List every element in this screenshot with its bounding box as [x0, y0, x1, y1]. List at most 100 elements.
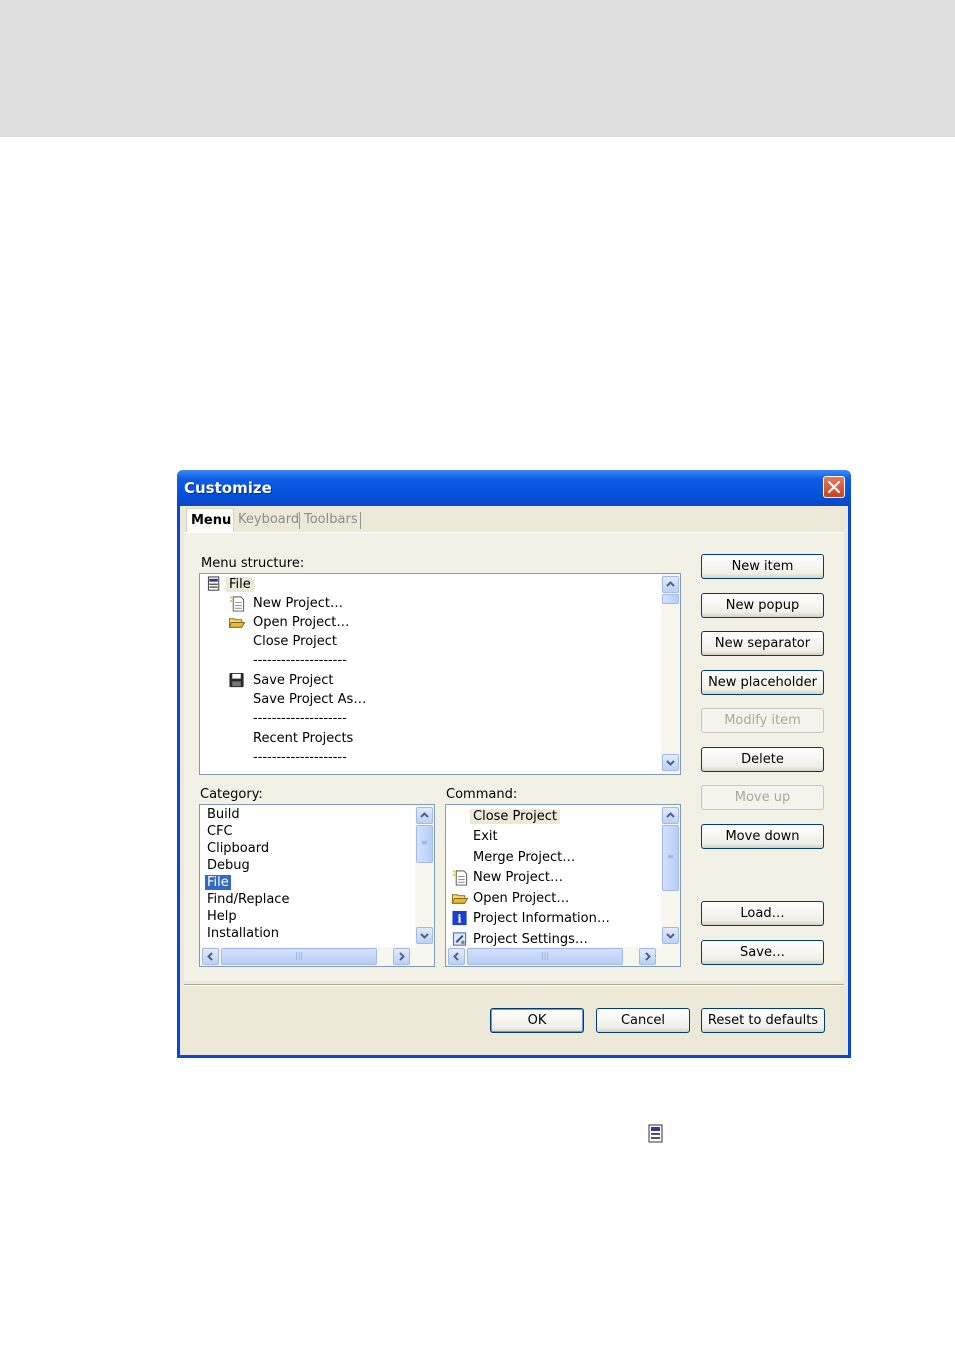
scroll-up-button[interactable]	[416, 807, 433, 824]
scroll-right-button[interactable]	[639, 948, 656, 965]
chevron-down-icon	[666, 933, 675, 939]
dialog-title: Customize	[184, 479, 272, 497]
chevron-up-icon	[666, 581, 675, 587]
settings-icon	[452, 932, 467, 946]
tree-item-file[interactable]: File	[206, 575, 254, 594]
page-header-band	[0, 0, 955, 137]
list-item[interactable]: Help	[207, 908, 237, 925]
scroll-left-button[interactable]	[448, 948, 465, 965]
move-up-button[interactable]: Move up	[701, 785, 824, 810]
new-document-icon	[452, 869, 468, 886]
scroll-right-button[interactable]	[393, 948, 410, 965]
list-item[interactable]: New Project…	[451, 868, 563, 887]
reset-to-defaults-button[interactable]: Reset to defaults	[701, 1008, 825, 1033]
close-icon	[828, 481, 840, 493]
delete-button[interactable]: Delete	[701, 747, 824, 772]
move-down-button[interactable]: Move down	[701, 824, 824, 849]
cancel-button[interactable]: Cancel	[596, 1008, 690, 1033]
scroll-thumb[interactable]: |||	[221, 948, 377, 965]
thumb-grip: |||	[541, 951, 550, 960]
scroll-down-button[interactable]	[662, 927, 679, 944]
tree-item[interactable]: New Project…	[228, 594, 343, 613]
chevron-down-icon	[666, 760, 675, 766]
list-item-selected[interactable]: File	[205, 874, 231, 891]
list-item[interactable]: Installation	[207, 925, 279, 942]
tree-item-label: File	[226, 577, 254, 592]
tree-item[interactable]: Save Project As…	[253, 690, 366, 709]
scroll-up-button[interactable]	[662, 576, 679, 593]
tree-separator[interactable]: --------------------	[253, 748, 347, 767]
info-icon: i	[452, 910, 467, 925]
scroll-up-button[interactable]	[662, 807, 679, 824]
list-item[interactable]: Debug	[207, 857, 250, 874]
scroll-left-button[interactable]	[202, 948, 219, 965]
chevron-left-icon	[207, 952, 213, 961]
list-item[interactable]: Build	[207, 806, 240, 823]
thumb-grip: |||	[295, 951, 304, 960]
tab-keyboard[interactable]: Keyboard	[238, 508, 299, 532]
open-folder-icon	[228, 618, 246, 628]
list-item[interactable]: Clipboard	[207, 840, 269, 857]
command-list[interactable]: Close Project Exit Merge Project… New Pr…	[445, 804, 681, 967]
scroll-thumb[interactable]: ≡	[662, 825, 679, 891]
open-folder-icon	[451, 894, 469, 904]
list-item[interactable]: Exit	[473, 827, 498, 846]
close-button[interactable]	[823, 476, 845, 498]
vertical-scrollbar[interactable]: ≡	[661, 805, 680, 947]
tree-item[interactable]: Open Project…	[228, 613, 349, 632]
menu-folder-icon	[207, 576, 220, 591]
tab-menu[interactable]: Menu	[186, 508, 234, 532]
tree-item-label: Save Project	[253, 673, 334, 688]
horizontal-scrollbar[interactable]: |||	[200, 947, 434, 966]
vertical-scrollbar[interactable]	[661, 574, 680, 774]
list-item-label: Close Project	[470, 809, 561, 824]
new-placeholder-button[interactable]: New placeholder	[701, 670, 824, 695]
new-separator-button[interactable]: New separator	[701, 631, 824, 656]
title-bar[interactable]: Customize	[177, 470, 851, 506]
new-document-icon	[229, 595, 245, 612]
floppy-disk-icon	[229, 672, 244, 688]
tab-toolbars[interactable]: Toolbars	[304, 508, 358, 532]
list-item[interactable]: Find/Replace	[207, 891, 289, 908]
tree-separator[interactable]: --------------------	[253, 709, 347, 728]
modify-item-button[interactable]: Modify item	[701, 708, 824, 733]
tree-item-label: Open Project…	[253, 615, 350, 630]
save-button[interactable]: Save…	[701, 940, 824, 965]
menu-tab-panel: Menu structure: File New Project… Open P…	[184, 532, 844, 981]
list-item[interactable]: Close Project	[470, 807, 561, 826]
list-item-label: Open Project…	[473, 891, 570, 906]
thumb-grip: ≡	[421, 838, 428, 847]
list-item-label: Project Settings…	[473, 932, 588, 947]
scroll-thumb[interactable]: ≡	[416, 825, 433, 863]
chevron-right-icon	[399, 952, 405, 961]
category-list[interactable]: Build CFC Clipboard Debug File Find/Repl…	[199, 804, 435, 967]
chevron-up-icon	[666, 812, 675, 818]
ok-button[interactable]: OK	[490, 1008, 584, 1033]
menu-structure-label: Menu structure:	[201, 556, 305, 571]
tab-separator	[299, 512, 300, 529]
list-item[interactable]: Merge Project…	[473, 848, 575, 867]
scroll-down-button[interactable]	[416, 927, 433, 944]
list-item[interactable]: CFC	[207, 823, 233, 840]
tree-item[interactable]: Save Project	[228, 671, 334, 690]
category-label: Category:	[200, 787, 263, 802]
list-item[interactable]: i Project Information…	[451, 909, 610, 928]
tree-separator[interactable]: --------------------	[253, 651, 347, 670]
menu-structure-tree[interactable]: File New Project… Open Project… Close Pr…	[199, 573, 681, 775]
scroll-thumb[interactable]: |||	[467, 948, 623, 965]
list-item-label: Project Information…	[473, 911, 610, 926]
horizontal-scrollbar[interactable]: |||	[446, 947, 680, 966]
vertical-scrollbar[interactable]: ≡	[415, 805, 434, 947]
new-item-button[interactable]: New item	[701, 554, 824, 579]
list-item[interactable]: Open Project…	[451, 889, 569, 908]
tree-item[interactable]: Close Project	[253, 632, 337, 651]
load-button[interactable]: Load…	[701, 901, 824, 926]
list-item-label: File	[205, 875, 231, 890]
footer-divider	[184, 984, 844, 986]
chevron-left-icon	[453, 952, 459, 961]
scroll-down-button[interactable]	[662, 754, 679, 771]
scroll-thumb[interactable]	[662, 594, 679, 604]
new-popup-button[interactable]: New popup	[701, 593, 824, 618]
chevron-right-icon	[645, 952, 651, 961]
tree-item[interactable]: Recent Projects	[253, 729, 353, 748]
